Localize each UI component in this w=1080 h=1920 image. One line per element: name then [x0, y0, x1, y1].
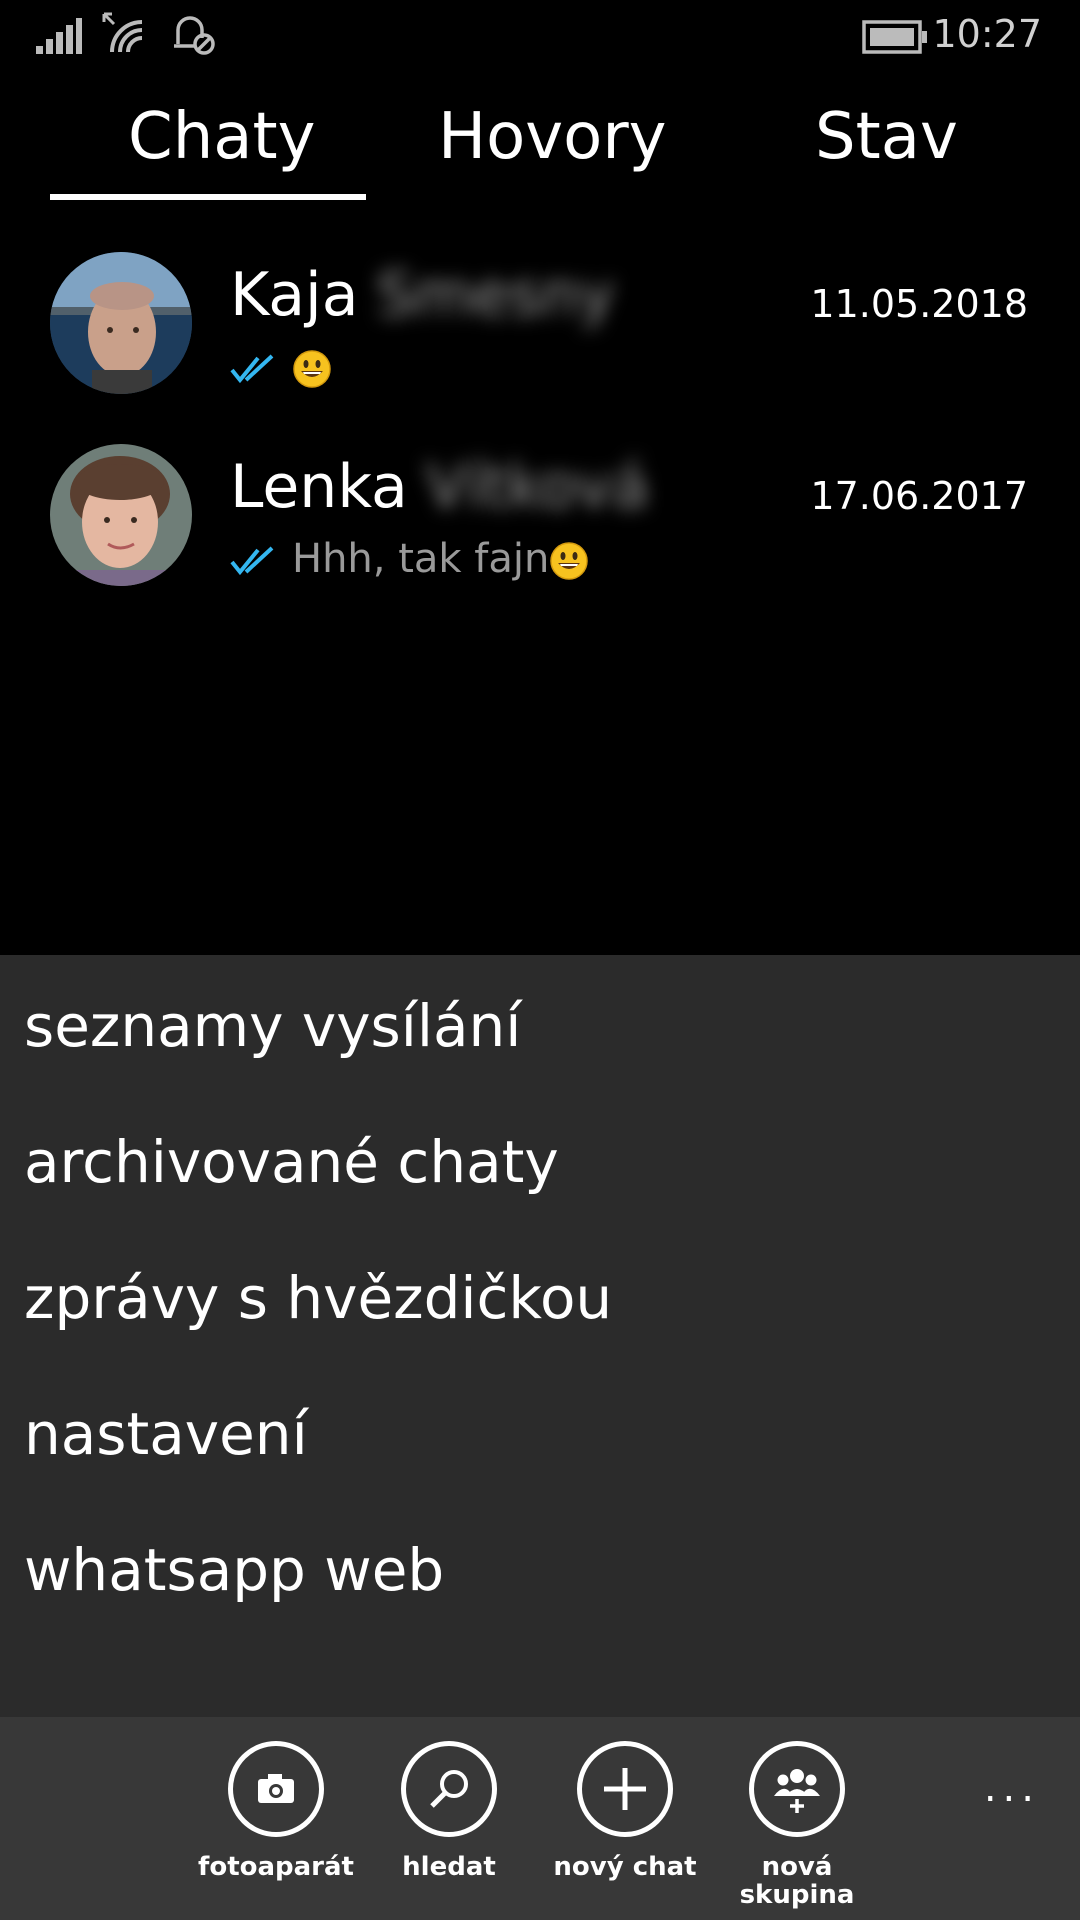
new-group-button-circle [749, 1741, 845, 1837]
menu-item-archived-chats[interactable]: archivované chaty [24, 1128, 559, 1196]
menu-item-starred-messages[interactable]: zprávy s hvězdičkou [24, 1264, 612, 1332]
avatar-photo-lenka [50, 444, 192, 586]
camera-button-circle [228, 1741, 324, 1837]
search-button-label: hledat [402, 1852, 496, 1882]
chat-row-kaja[interactable]: Kaja Smesny 11.05.2018 [0, 252, 1080, 412]
tab-chats[interactable]: Chaty [128, 100, 315, 174]
selected-tab-indicator [50, 194, 366, 200]
signal-icon [36, 18, 82, 54]
menu-item-settings[interactable]: nastavení [24, 1400, 308, 1468]
new-group-button[interactable]: nová skupina [707, 1741, 887, 1909]
chat-row-lenka[interactable]: Lenka Vítková 17.06.2017 Hhh, tak fajn [0, 444, 1080, 604]
chat-date: 11.05.2018 [810, 282, 1028, 326]
contact-last-name-blurred: Vítková [425, 452, 649, 522]
quiet-hours-icon [174, 16, 215, 55]
contact-last-name-blurred: Smesny [376, 260, 615, 330]
battery-icon [862, 20, 927, 54]
new-group-button-label: nová skupina [739, 1852, 855, 1910]
app-bar: fotoaparát hledat nový chat nová skupina… [0, 1717, 1080, 1920]
read-double-check-icon [230, 354, 274, 384]
plus-icon [604, 1768, 646, 1810]
contact-first-name: Lenka [230, 452, 408, 522]
chat-date: 17.06.2017 [810, 474, 1028, 518]
group-add-icon [774, 1769, 820, 1813]
chat-preview: Hhh, tak fajn [230, 536, 589, 582]
camera-button-label: fotoaparát [198, 1852, 354, 1882]
new-chat-button[interactable]: nový chat [535, 1741, 715, 1881]
search-button[interactable]: hledat [359, 1741, 539, 1881]
tab-calls[interactable]: Hovory [438, 100, 667, 174]
smiley-emoji-icon [550, 542, 589, 580]
camera-icon [258, 1774, 294, 1803]
more-options-button[interactable]: ... [984, 1765, 1040, 1811]
menu-item-broadcast-lists[interactable]: seznamy vysílání [24, 992, 521, 1060]
pivot-tabs: Chaty Hovory Stav [0, 90, 1080, 210]
avatar-photo-kaja [50, 252, 192, 394]
chat-name: Kaja Smesny [230, 260, 615, 330]
tab-status[interactable]: Stav [815, 100, 958, 174]
search-icon [430, 1770, 468, 1808]
avatar [50, 252, 192, 394]
new-chat-button-label: nový chat [553, 1852, 697, 1882]
avatar [50, 444, 192, 586]
chat-name: Lenka Vítková [230, 452, 649, 522]
status-bar: 10:27 [0, 0, 1080, 72]
preview-text: Hhh, tak fajn [292, 536, 550, 582]
chat-preview [230, 344, 332, 390]
overflow-menu: seznamy vysílání archivované chaty zpráv… [0, 955, 1080, 1717]
read-double-check-icon [230, 546, 274, 576]
search-button-circle [401, 1741, 497, 1837]
clock: 10:27 [932, 12, 1042, 56]
menu-item-whatsapp-web[interactable]: whatsapp web [24, 1536, 444, 1604]
smiley-emoji-icon [293, 350, 331, 388]
new-chat-button-circle [577, 1741, 673, 1837]
wifi-icon [102, 12, 143, 53]
contact-first-name: Kaja [230, 260, 359, 330]
camera-button[interactable]: fotoaparát [186, 1741, 366, 1881]
